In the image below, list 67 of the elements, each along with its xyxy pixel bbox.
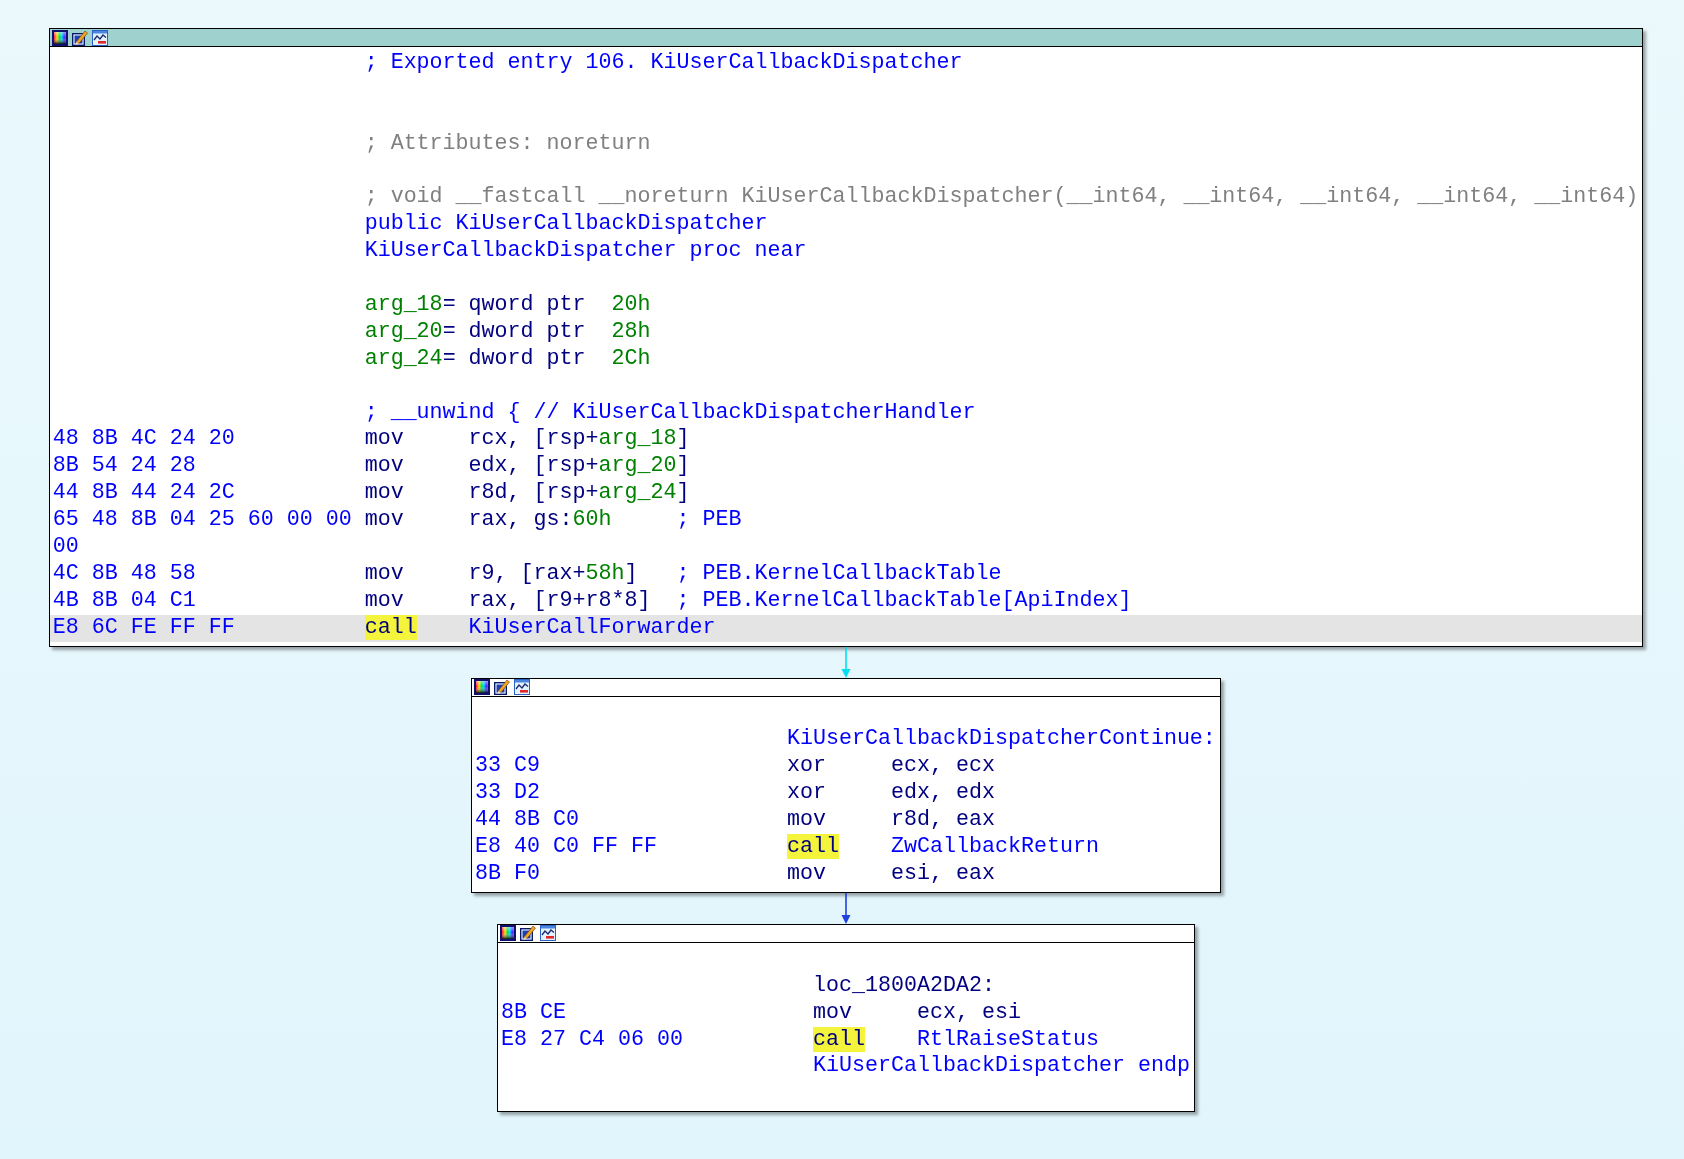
instruction-operands: r8d, eax	[890, 807, 995, 835]
instruction-operands: rax, gs:60h	[468, 507, 612, 533]
instruction-operands: edx, [rsp+arg_20]	[468, 453, 690, 481]
code-comment: ; PEB	[676, 507, 742, 535]
code-directive: public KiUserCallbackDispatcher	[364, 211, 768, 239]
instruction-operands: ecx, ecx	[890, 753, 995, 781]
instruction-operands: rax, [r9+r8*8]	[468, 587, 651, 613]
instruction-mnemonic: mov	[364, 560, 404, 586]
hex-bytes: 44 8B C0	[475, 807, 580, 833]
instruction-operands: RtlRaiseStatus	[916, 1026, 1099, 1054]
instruction-mnemonic: call	[364, 614, 417, 640]
instruction-operands: ZwCallbackReturn	[890, 834, 1099, 861]
instruction-operands: rcx, [rsp+arg_18]	[468, 426, 690, 454]
pencil-icon[interactable]	[520, 925, 537, 942]
stack-variable: arg_18= qword ptr 20h	[364, 292, 651, 319]
chart-window-icon[interactable]	[91, 29, 108, 46]
instruction-operands: KiUserCallForwarder	[468, 614, 716, 642]
hex-bytes: 33 D2	[475, 780, 541, 806]
hex-bytes: E8 6C FE FF FF	[52, 614, 235, 640]
instruction-mnemonic: mov	[813, 999, 852, 1025]
instruction-operands: edx, edx	[890, 780, 995, 808]
instruction-mnemonic: mov	[787, 860, 826, 886]
hex-bytes: 48 8B 4C 24 20	[52, 426, 235, 452]
instruction-operands: r9, [rax+58h]	[468, 560, 638, 586]
hex-bytes: 4C 8B 48 58	[52, 560, 196, 586]
hex-bytes: 44 8B 44 24 2C	[52, 480, 235, 506]
instruction-mnemonic: xor	[787, 753, 826, 779]
instruction-mnemonic: mov	[364, 426, 404, 452]
hex-bytes: 8B CE	[501, 999, 567, 1025]
hex-bytes: 33 C9	[475, 753, 541, 779]
code-comment: ; PEB.KernelCallbackTable	[676, 560, 1002, 588]
code-label: loc_1800A2DA2:	[813, 972, 995, 1000]
stack-variable: arg_24= dword ptr 2Ch	[364, 345, 651, 373]
code-label: KiUserCallbackDispatcherContinue:	[787, 726, 1216, 754]
hex-bytes: 4B 8B 04 C1	[52, 587, 196, 613]
instruction-mnemonic: call	[813, 1026, 865, 1052]
code-comment: ; PEB.KernelCallbackTable[ApiIndex]	[676, 587, 1132, 615]
hex-bytes: 8B 54 24 28	[52, 453, 196, 479]
instruction-operands: ecx, esi	[916, 999, 1021, 1027]
instruction-mnemonic: mov	[364, 480, 404, 506]
hex-bytes: 8B F0	[475, 860, 541, 886]
code-comment: ; void __fastcall __noreturn KiUserCallbackDispatcher(__int64, __int64, __int64, __int64, __int64)	[364, 184, 1639, 212]
color-palette-icon[interactable]	[51, 29, 68, 46]
instruction-mnemonic: call	[787, 834, 839, 860]
pencil-icon[interactable]	[494, 679, 511, 696]
code-comment: ; __unwind { // KiUserCallbackDispatcherHandler	[364, 399, 976, 427]
code-comment: ; Attributes: noreturn	[364, 130, 651, 158]
hex-bytes: 65 48 8B 04 25 60 00 00	[52, 507, 352, 533]
color-palette-icon[interactable]	[474, 679, 491, 696]
instruction-mnemonic: mov	[364, 453, 404, 479]
hex-bytes: 00	[52, 534, 79, 560]
hex-bytes: E8 40 C0 FF FF	[475, 834, 658, 860]
instruction-operands: r8d, [rsp+arg_24]	[468, 480, 690, 508]
instruction-mnemonic: mov	[364, 507, 404, 533]
code-directive: KiUserCallbackDispatcher endp	[813, 1053, 1190, 1081]
instruction-operands: esi, eax	[890, 860, 995, 888]
instruction-mnemonic: xor	[787, 780, 826, 806]
chart-window-icon[interactable]	[540, 925, 557, 942]
stack-variable: arg_20= dword ptr 28h	[364, 318, 651, 346]
color-palette-icon[interactable]	[500, 925, 517, 942]
pencil-icon[interactable]	[71, 29, 88, 46]
code-comment: ; Exported entry 106. KiUserCallbackDispatcher	[364, 50, 963, 77]
code-directive: KiUserCallbackDispatcher proc near	[364, 238, 807, 266]
instruction-mnemonic: mov	[364, 587, 404, 613]
chart-window-icon[interactable]	[514, 679, 531, 696]
hex-bytes: E8 27 C4 06 00	[501, 1026, 684, 1052]
instruction-mnemonic: mov	[787, 807, 826, 833]
